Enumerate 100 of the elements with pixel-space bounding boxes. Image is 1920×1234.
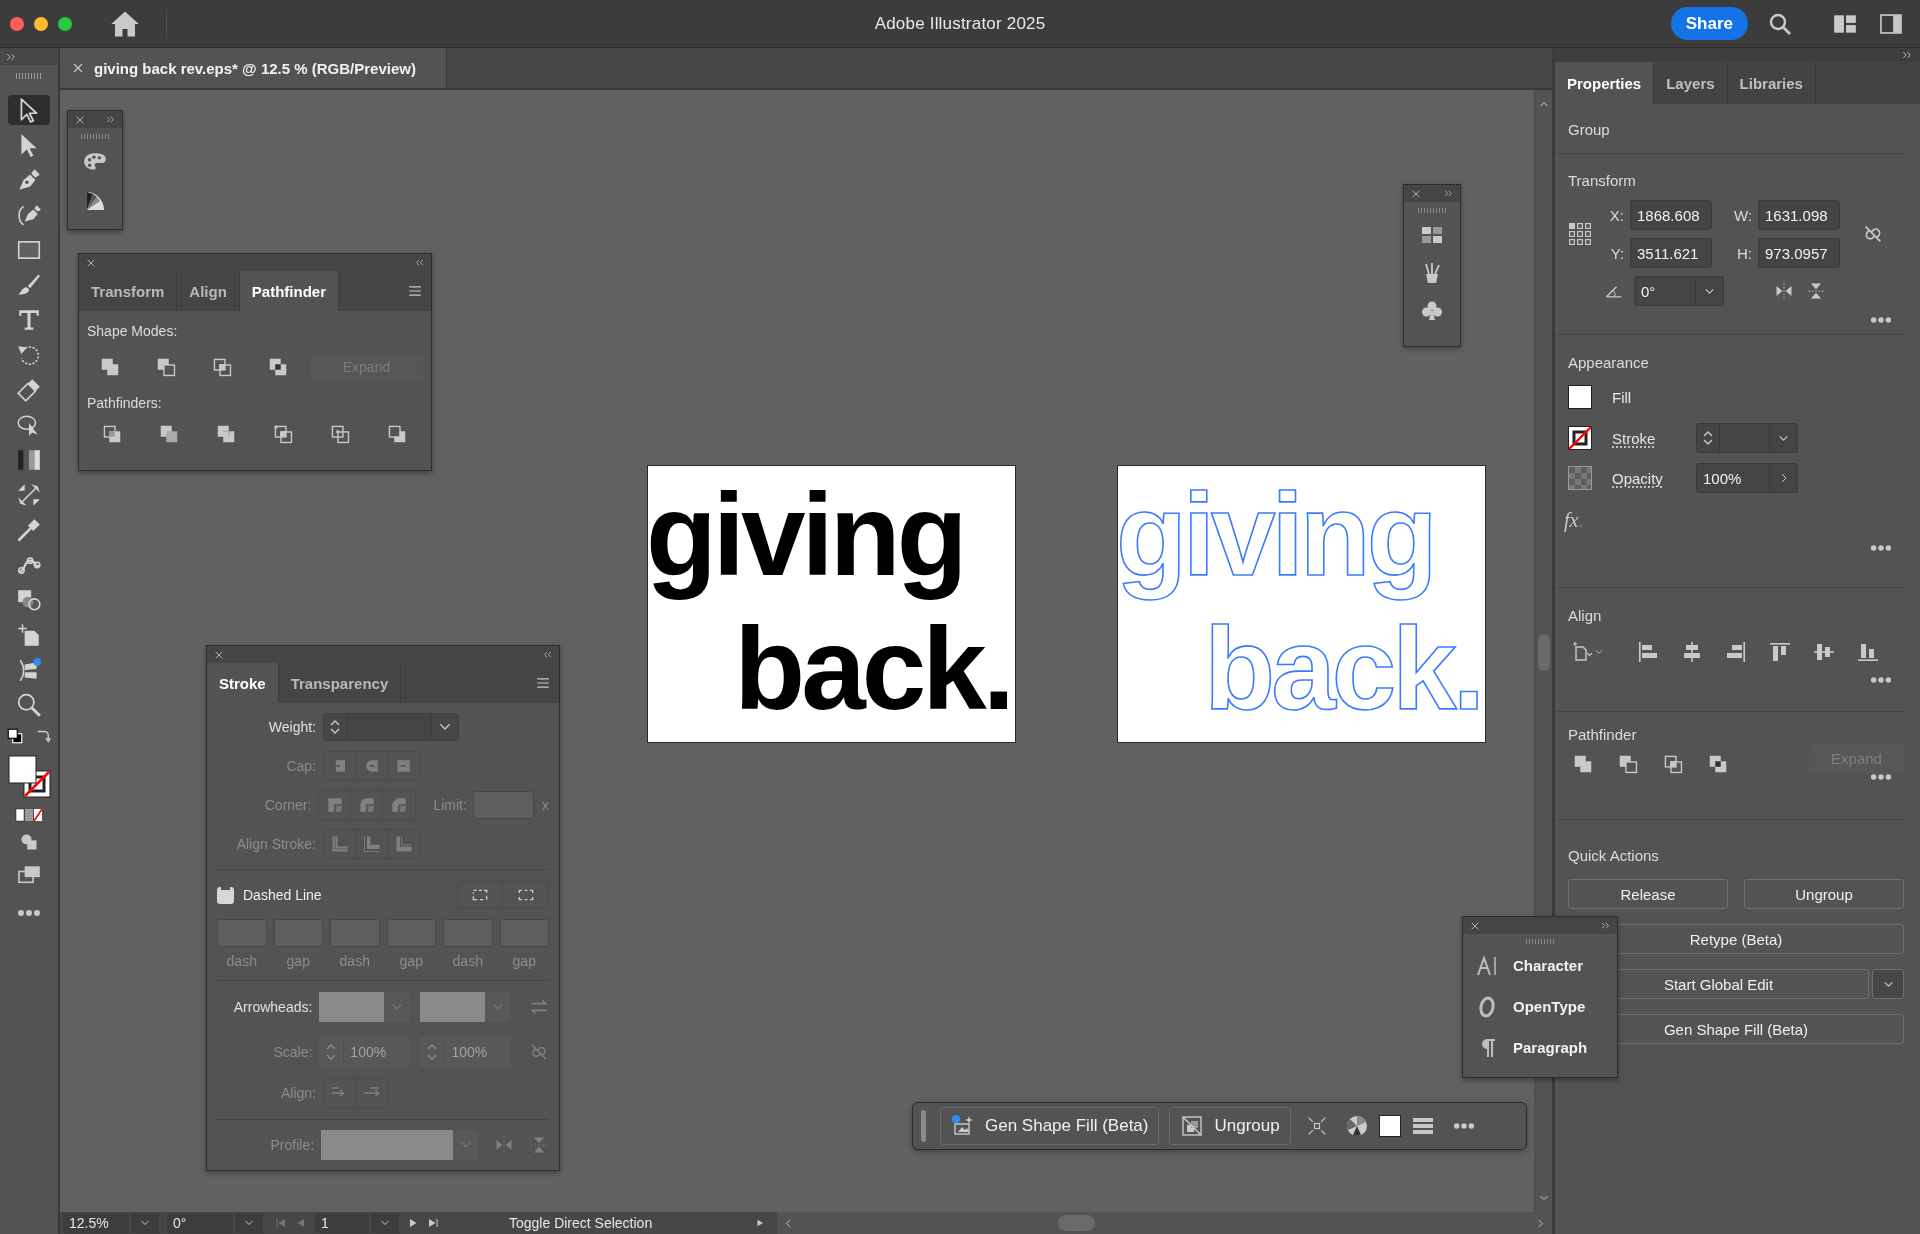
align-right-icon[interactable]	[1724, 640, 1748, 664]
close-panel-icon[interactable]	[214, 649, 224, 660]
panel-menu-icon[interactable]	[535, 676, 551, 690]
divide-icon[interactable]	[101, 423, 123, 445]
last-artboard-icon[interactable]	[427, 1217, 439, 1229]
quick-action-button[interactable]: Release	[1568, 879, 1728, 909]
more-options-icon[interactable]	[1870, 676, 1892, 684]
caret-icon	[1578, 523, 1585, 529]
fill-stroke-swatches[interactable]	[7, 755, 51, 798]
scroll-left-icon[interactable]	[783, 1217, 794, 1229]
unlink-icon[interactable]	[1862, 223, 1884, 245]
quick-action-button[interactable]: Ungroup	[1744, 879, 1904, 909]
close-panel-icon[interactable]	[86, 257, 96, 268]
expand-panel-icon[interactable]	[106, 115, 115, 124]
minus-front-icon[interactable]	[155, 356, 177, 378]
panel-tab[interactable]: Properties	[1555, 62, 1655, 104]
task-bar-button[interactable]: Ungroup	[1169, 1107, 1291, 1145]
shrink-icon[interactable]	[1306, 1116, 1327, 1136]
stroke-weight-field[interactable]	[1696, 423, 1798, 453]
color-wheel-icon[interactable]	[1344, 1114, 1369, 1138]
close-panel-icon[interactable]	[1411, 188, 1421, 199]
selection-tool-button[interactable]	[8, 95, 50, 125]
collapse-panel-icon[interactable]	[543, 650, 552, 659]
default-colors-icon[interactable]	[6, 727, 24, 745]
close-tab-icon[interactable]	[72, 62, 84, 74]
rotation-field[interactable]: 0°	[1634, 276, 1724, 306]
more-options-icon[interactable]	[1870, 316, 1892, 324]
collapse-panel-icon[interactable]	[415, 258, 424, 267]
weight-field[interactable]	[323, 713, 459, 741]
flip-vertical-icon[interactable]	[1806, 281, 1826, 301]
intersect-icon[interactable]	[1662, 753, 1684, 775]
more-options-icon[interactable]	[1870, 773, 1892, 781]
dropdown-button[interactable]	[235, 1213, 263, 1233]
more-options-icon[interactable]	[1870, 544, 1892, 552]
search-icon[interactable]	[1768, 11, 1792, 36]
unite-icon[interactable]	[99, 356, 121, 378]
share-button[interactable]: Share	[1670, 7, 1748, 40]
align-to-icon[interactable]	[1570, 640, 1594, 664]
scroll-right-icon[interactable]	[1535, 1217, 1546, 1229]
more-options-icon[interactable]	[1452, 1122, 1475, 1130]
outline-icon[interactable]	[329, 423, 351, 445]
panel-tab[interactable]: Transform	[79, 271, 178, 311]
task-bar-button[interactable]: Gen Shape Fill (Beta)	[940, 1107, 1160, 1145]
draw-mode-icon[interactable]	[19, 832, 39, 852]
number-field[interactable]: 1868.608	[1630, 200, 1712, 230]
fill-swatch[interactable]	[1568, 385, 1592, 409]
expand-panel-icon[interactable]	[1601, 921, 1610, 930]
document-tab[interactable]: giving back rev.eps* @ 12.5 % (RGB/Preview)	[60, 48, 447, 88]
trim-icon[interactable]	[158, 423, 180, 445]
dropdown-button[interactable]	[131, 1213, 159, 1233]
caret-icon[interactable]	[1594, 647, 1604, 657]
more-tools-icon[interactable]	[17, 908, 41, 918]
panel-tab[interactable]: Layers	[1654, 62, 1728, 104]
close-panel-icon[interactable]	[75, 114, 85, 125]
opacity-link[interactable]: Opacity	[1612, 469, 1696, 487]
dropdown-button[interactable]	[371, 1213, 399, 1233]
exclude-icon[interactable]	[267, 356, 289, 378]
minus-back-icon[interactable]	[386, 423, 408, 445]
dashed-line-checkbox[interactable]	[217, 886, 234, 904]
club-icon[interactable]	[1420, 299, 1444, 323]
effects-button[interactable]: fx	[1564, 509, 1579, 532]
number-field[interactable]: 3511.621	[1630, 238, 1712, 268]
stroke-none-swatch[interactable]	[1568, 426, 1592, 450]
expand-toolbar-icon[interactable]	[6, 51, 16, 62]
rotation-field[interactable]: 0°	[167, 1213, 233, 1233]
align-left-icon[interactable]	[1636, 640, 1660, 664]
number-field[interactable]: 973.0957	[1758, 238, 1840, 268]
maximize-window-button[interactable]	[58, 16, 72, 31]
status-menu-icon[interactable]	[755, 1218, 765, 1228]
paintbrush-icon	[16, 272, 42, 298]
color-modes-icon[interactable]	[15, 808, 43, 822]
panel-tab[interactable]: Align	[177, 271, 240, 311]
stroke-link[interactable]: Stroke	[1612, 429, 1696, 447]
artboard-field[interactable]: 1	[315, 1213, 369, 1233]
crop-icon[interactable]	[272, 423, 294, 445]
reference-point-icon[interactable]	[1568, 222, 1592, 246]
panel-tab[interactable]: Stroke	[207, 663, 279, 703]
expand-panel-icon[interactable]	[1444, 189, 1453, 198]
task-bar-grip[interactable]	[921, 1110, 926, 1142]
merge-icon[interactable]	[215, 423, 237, 445]
align-top-icon[interactable]	[1768, 640, 1792, 664]
close-panel-icon[interactable]	[1470, 920, 1480, 931]
exclude-icon[interactable]	[1707, 753, 1729, 775]
unite-icon[interactable]	[1572, 753, 1594, 775]
minus-front-icon[interactable]	[1617, 753, 1639, 775]
zoom-field[interactable]: 12.5%	[63, 1213, 129, 1233]
panel-tab[interactable]: Transparency	[278, 663, 402, 703]
opacity-field[interactable]: 100%	[1696, 463, 1798, 493]
next-artboard-icon[interactable]	[407, 1217, 419, 1229]
number-field[interactable]: 1631.098	[1758, 200, 1840, 230]
expand-panels-icon[interactable]	[1902, 50, 1912, 60]
flip-horizontal-icon[interactable]	[1774, 281, 1794, 301]
minimize-window-button[interactable]	[34, 16, 48, 31]
fill-swatch[interactable]	[1378, 1115, 1401, 1137]
panel-menu-icon[interactable]	[407, 284, 423, 298]
panel-tab[interactable]: Pathfinder	[239, 271, 340, 311]
panel-tab[interactable]: Libraries	[1727, 62, 1816, 104]
curvature-icon	[16, 202, 42, 228]
close-window-button[interactable]	[10, 16, 24, 31]
intersect-icon[interactable]	[211, 356, 233, 378]
